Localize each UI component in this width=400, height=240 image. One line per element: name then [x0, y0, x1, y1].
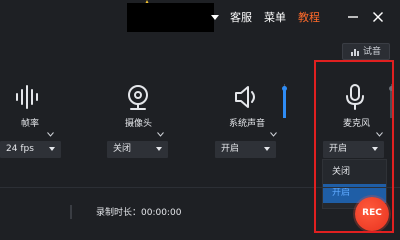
close-icon[interactable] — [369, 8, 387, 26]
menu-tutorial[interactable]: 教程 — [298, 11, 320, 25]
speaker-icon — [233, 83, 261, 111]
redacted-account-area — [127, 3, 214, 32]
divider — [0, 187, 400, 188]
camera-select[interactable]: 关闭 — [107, 141, 168, 158]
menu-main[interactable]: 菜单 — [264, 11, 286, 25]
collapse-handle[interactable] — [70, 205, 72, 219]
camera-label: 摄像头 — [125, 119, 153, 129]
recording-duration: 录制时长：00:00:00 — [96, 208, 182, 218]
record-button[interactable]: REC — [355, 197, 389, 231]
microphone-volume-slider[interactable] — [389, 84, 394, 118]
chevron-down-icon[interactable] — [211, 15, 219, 20]
system-sound-label: 系统声音 — [229, 119, 266, 129]
framerate-label: 帧率 — [21, 119, 40, 129]
audio-test-label: 试音 — [362, 46, 381, 57]
webcam-icon — [124, 83, 152, 111]
microphone-label: 麦克风 — [343, 119, 371, 129]
menu-customer-service[interactable]: 客服 — [230, 11, 252, 25]
title-bar: 客服 菜单 教程 — [0, 0, 400, 38]
microphone-select[interactable]: 开启 — [323, 141, 384, 158]
audio-test-button[interactable]: 试音 — [342, 43, 390, 60]
chevron-down-icon — [156, 147, 162, 151]
camera-value: 关闭 — [113, 144, 132, 154]
chevron-down-icon[interactable] — [376, 122, 383, 137]
microphone-icon — [341, 83, 369, 111]
dropdown-option-off[interactable]: 关闭 — [323, 163, 386, 182]
chevron-down-icon[interactable] — [157, 122, 164, 137]
framerate-value: 24 fps — [6, 144, 34, 154]
minimize-icon[interactable] — [344, 8, 362, 26]
record-button-label: REC — [362, 208, 382, 218]
framerate-select[interactable]: 24 fps — [0, 141, 61, 158]
system-volume-slider[interactable] — [282, 84, 287, 118]
chevron-down-icon[interactable] — [47, 122, 54, 137]
microphone-value: 开启 — [329, 144, 348, 154]
chevron-down-icon — [372, 147, 378, 151]
audio-wave-icon — [13, 83, 41, 111]
slider-handle[interactable] — [389, 86, 394, 91]
chevron-down-icon[interactable] — [270, 122, 277, 137]
dropdown-option-label: 开启 — [332, 188, 351, 198]
system-sound-select[interactable]: 开启 — [215, 141, 276, 158]
slider-handle[interactable] — [282, 86, 287, 91]
level-bars-icon — [350, 48, 359, 56]
chevron-down-icon — [264, 147, 270, 151]
dropdown-option-label: 关闭 — [332, 167, 351, 177]
chevron-down-icon — [49, 147, 55, 151]
system-sound-value: 开启 — [221, 144, 240, 154]
